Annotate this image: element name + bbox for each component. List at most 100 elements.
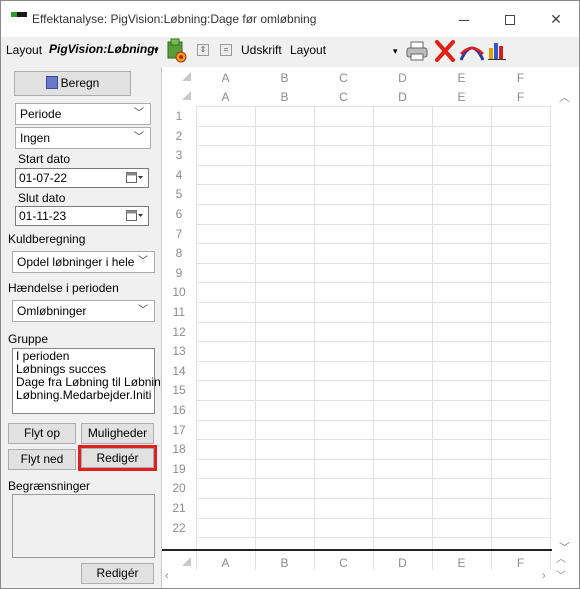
calendar-dropdown-icon[interactable] xyxy=(126,172,144,184)
row-header[interactable]: 19 xyxy=(162,462,196,476)
row-header[interactable]: 18 xyxy=(162,442,196,456)
bar-chart-icon[interactable] xyxy=(488,40,506,60)
column-header-top[interactable]: A xyxy=(196,71,255,85)
scroll-up-icon[interactable]: ︿ xyxy=(556,550,566,565)
layout-combo[interactable]: PigVision:Løbning: ▾ xyxy=(49,42,161,56)
column-header-bottom[interactable]: F xyxy=(491,556,550,570)
begraensninger-box[interactable] xyxy=(12,494,155,558)
grid-column-line xyxy=(314,107,315,571)
begraensninger-label: Begrænsninger xyxy=(8,479,91,493)
slut-dato-field[interactable]: 01-11-23 xyxy=(15,206,149,226)
column-header-top[interactable]: B xyxy=(255,71,314,85)
gruppe-list-item[interactable]: Dage fra Løbning til Løbning xyxy=(16,376,167,389)
scroll-left-icon[interactable]: ‹ xyxy=(165,570,169,582)
column-header-bottom[interactable]: E xyxy=(432,556,491,570)
vertical-scrollbar[interactable]: ︿ ﹀ xyxy=(552,87,579,554)
move-up-small-button[interactable]: ⇕ xyxy=(197,44,209,56)
calendar-dropdown-icon[interactable] xyxy=(126,210,144,222)
udskrift-label: Udskrift xyxy=(241,43,282,57)
spreadsheet-grid[interactable]: ABCDEF ABCDEF 1 2 3 4 5 6 7 8 9 10 11 12 13 14 15 16 17 1… xyxy=(161,67,579,588)
select-all-corner[interactable] xyxy=(182,91,191,100)
chevron-down-icon: ﹀ xyxy=(134,108,144,119)
row-header[interactable]: 21 xyxy=(162,501,196,515)
column-header-second[interactable]: A xyxy=(196,90,255,104)
column-header-second[interactable]: D xyxy=(373,90,432,104)
close-button[interactable]: ✕ xyxy=(533,1,579,37)
row-header[interactable]: 2 xyxy=(162,129,196,143)
column-header-top[interactable]: E xyxy=(432,71,491,85)
slut-dato-value: 01-11-23 xyxy=(19,209,67,223)
ingen-select[interactable]: Ingen ﹀ xyxy=(15,127,151,149)
row-header[interactable]: 1 xyxy=(162,109,196,123)
select-all-corner[interactable] xyxy=(182,557,191,566)
row-header[interactable]: 16 xyxy=(162,403,196,417)
rediger-begraensninger-button[interactable]: Redigér xyxy=(81,563,154,584)
gruppe-listbox[interactable]: I perioden Løbnings succes Dage fra Løbn… xyxy=(12,348,167,414)
beregn-button[interactable]: Beregn xyxy=(14,71,131,96)
toolbar: Layout PigVision:Løbning: ▾ ⇕ = Udskrift… xyxy=(1,37,579,65)
collapse-small-button[interactable]: = xyxy=(220,44,232,56)
select-all-corner[interactable] xyxy=(182,72,191,81)
row-header[interactable]: 22 xyxy=(162,521,196,535)
grid-column-line xyxy=(491,107,492,571)
grid-column-line xyxy=(373,107,374,571)
plugin-settings-icon[interactable] xyxy=(166,38,188,64)
horizontal-scrollbar[interactable]: ‹ › xyxy=(162,570,552,586)
print-layout-value: Layout xyxy=(290,43,327,57)
print-layout-combo[interactable]: Layout ▾ xyxy=(290,43,402,57)
grid-column-line xyxy=(255,107,256,571)
kuldberegning-select[interactable]: Opdel løbninger i hele kuld ﹀ xyxy=(12,251,155,273)
row-header[interactable]: 12 xyxy=(162,325,196,339)
window-title: Effektanalyse: PigVision:Løbning:Dage fø… xyxy=(32,12,317,26)
row-header[interactable]: 3 xyxy=(162,148,196,162)
row-header[interactable]: 8 xyxy=(162,246,196,260)
column-header-second[interactable]: F xyxy=(491,90,550,104)
flyt-op-button[interactable]: Flyt op xyxy=(8,423,76,444)
row-header[interactable]: 10 xyxy=(162,285,196,299)
column-header-bottom[interactable]: D xyxy=(373,556,432,570)
scroll-right-icon[interactable]: › xyxy=(542,570,546,582)
row-header[interactable]: 6 xyxy=(162,207,196,221)
calculator-icon xyxy=(45,76,58,89)
muligheder-button[interactable]: Muligheder xyxy=(81,423,154,444)
effektanalyse-window: Effektanalyse: PigVision:Løbning:Dage fø… xyxy=(0,0,580,589)
grid-column-line xyxy=(196,107,197,571)
row-header[interactable]: 5 xyxy=(162,187,196,201)
row-header[interactable]: 9 xyxy=(162,266,196,280)
column-header-top[interactable]: F xyxy=(491,71,550,85)
column-header-top[interactable]: D xyxy=(373,71,432,85)
row-header[interactable]: 15 xyxy=(162,383,196,397)
row-header[interactable]: 17 xyxy=(162,423,196,437)
column-header-second[interactable]: B xyxy=(255,90,314,104)
start-dato-field[interactable]: 01-07-22 xyxy=(15,168,149,188)
minimize-button[interactable] xyxy=(441,1,487,37)
row-header[interactable]: 11 xyxy=(162,305,196,319)
delete-icon[interactable] xyxy=(434,39,456,63)
column-header-bottom[interactable]: B xyxy=(255,556,314,570)
haendelse-select[interactable]: Omløbninger ﹀ xyxy=(12,300,155,322)
column-header-second[interactable]: E xyxy=(432,90,491,104)
maximize-icon xyxy=(505,15,515,26)
beregn-label: Beregn xyxy=(60,76,100,90)
slut-dato-label: Slut dato xyxy=(18,191,66,205)
chevron-down-icon: ﹀ xyxy=(134,132,144,143)
scroll-down-icon[interactable]: ﹀ xyxy=(556,567,566,582)
maximize-button[interactable] xyxy=(487,1,533,37)
scroll-up-icon[interactable]: ︿ xyxy=(559,89,570,105)
row-header[interactable]: 13 xyxy=(162,344,196,358)
gruppe-list-item[interactable]: Løbning.Medarbejder.Initialer xyxy=(16,389,151,402)
app-icon xyxy=(11,12,27,18)
row-header[interactable]: 7 xyxy=(162,227,196,241)
row-header[interactable]: 4 xyxy=(162,168,196,182)
periode-select[interactable]: Periode ﹀ xyxy=(15,103,151,125)
row-header[interactable]: 14 xyxy=(162,364,196,378)
row-header[interactable]: 20 xyxy=(162,481,196,495)
column-header-second[interactable]: C xyxy=(314,90,373,104)
printer-icon[interactable] xyxy=(406,40,428,62)
column-header-bottom[interactable]: A xyxy=(196,556,255,570)
column-header-bottom[interactable]: C xyxy=(314,556,373,570)
flyt-ned-button[interactable]: Flyt ned xyxy=(8,449,76,470)
column-header-top[interactable]: C xyxy=(314,71,373,85)
minimize-icon xyxy=(459,19,469,21)
curve-chart-icon[interactable] xyxy=(460,40,484,62)
